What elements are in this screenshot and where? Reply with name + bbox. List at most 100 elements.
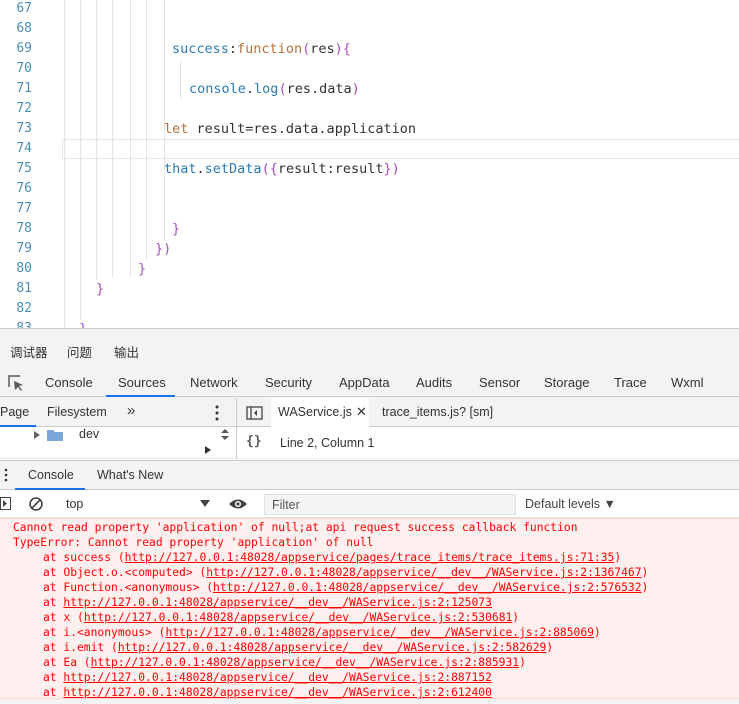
stack-frame: at x (http://127.0.0.1:48028/appservice/…	[43, 610, 519, 625]
code-text: })	[155, 241, 172, 257]
code-text: let result=res.data.application	[164, 121, 416, 137]
filter-placeholder: Filter	[272, 498, 300, 512]
drawer-tab-whats-new[interactable]: What's New	[97, 468, 163, 482]
stack-frame-link[interactable]: http://127.0.0.1:48028/appservice/__dev_…	[63, 596, 491, 609]
tab-output[interactable]: 输出	[114, 342, 139, 361]
file-tab-trace-items[interactable]: trace_items.js? [sm]	[382, 405, 493, 419]
code-line[interactable]: 68	[0, 19, 739, 39]
stack-frame-link[interactable]: http://127.0.0.1:48028/appservice/__dev_…	[63, 686, 491, 699]
code-text: }	[138, 261, 147, 277]
more-tabs-icon[interactable]: »	[127, 402, 135, 419]
code-text: }	[96, 281, 105, 297]
tab-network[interactable]: Network	[190, 375, 238, 390]
code-line[interactable]: 70	[0, 59, 739, 79]
stack-frame-link[interactable]: http://127.0.0.1:48028/appservice/__dev_…	[206, 566, 641, 579]
stack-frame-link[interactable]: http://127.0.0.1:48028/appservice/pages/…	[125, 551, 615, 564]
line-number: 71	[16, 81, 32, 96]
code-text: }	[79, 319, 87, 328]
code-line[interactable]: 71 console.log(res.data)	[0, 79, 739, 99]
tab-sensor[interactable]: Sensor	[479, 375, 520, 390]
code-line[interactable]: 83}	[0, 319, 739, 328]
nav-tab-page[interactable]: Page	[0, 405, 29, 419]
tab-storage[interactable]: Storage	[544, 375, 590, 390]
code-line[interactable]: 79})	[0, 239, 739, 259]
stack-frame: at Ea (http://127.0.0.1:48028/appservice…	[43, 655, 526, 670]
line-number: 75	[16, 161, 32, 176]
stack-frame-link[interactable]: http://127.0.0.1:48028/appservice/__dev_…	[118, 641, 546, 654]
stack-frame-link[interactable]: http://127.0.0.1:48028/appservice/__dev_…	[213, 581, 641, 594]
line-number: 68	[16, 21, 32, 36]
stack-frame-suffix: )	[641, 566, 649, 579]
panel-tabs-bar: Console Sources Network Security AppData…	[0, 370, 739, 397]
line-number: 69	[16, 41, 32, 56]
stack-frame-function: at Function.<anonymous> (	[43, 581, 214, 594]
context-selector[interactable]: top	[66, 497, 83, 511]
line-number: 78	[16, 221, 32, 236]
stack-frame: at Object.o.<computed> (http://127.0.0.1…	[43, 565, 648, 580]
tab-issues[interactable]: 问题	[67, 342, 92, 361]
code-line[interactable]: 82	[0, 299, 739, 319]
tab-console[interactable]: Console	[45, 375, 93, 390]
stack-frame-suffix: )	[641, 581, 649, 594]
console-filter-input[interactable]: Filter	[264, 494, 516, 515]
close-tab-icon[interactable]: ✕	[356, 404, 367, 420]
tab-trace[interactable]: Trace	[614, 375, 647, 390]
stack-frame-suffix: )	[546, 641, 554, 654]
tab-wxml[interactable]: Wxml	[671, 375, 704, 390]
line-number: 74	[16, 141, 32, 156]
stack-frame-function: at i.emit (	[43, 641, 118, 654]
code-line[interactable]: 72	[0, 99, 739, 119]
stack-frame: at http://127.0.0.1:48028/appservice/__d…	[43, 685, 492, 700]
stack-frame: at i.<anonymous> (http://127.0.0.1:48028…	[43, 625, 601, 640]
code-line[interactable]: 74	[0, 139, 739, 159]
line-number: 70	[16, 61, 32, 76]
tab-security[interactable]: Security	[265, 375, 312, 390]
code-text: success:function(res){	[172, 41, 351, 57]
console-error-message: Cannot read property 'application' of nu…	[0, 518, 739, 699]
file-tree: dev	[0, 427, 236, 554]
stack-frame-function: at Object.o.<computed> (	[43, 566, 207, 579]
code-line[interactable]: 69 success:function(res){	[0, 39, 739, 59]
active-tab-indicator	[106, 395, 175, 397]
code-line[interactable]: 76	[0, 179, 739, 199]
line-number: 72	[16, 101, 32, 116]
code-line[interactable]: 75 that.setData({result:result})	[0, 159, 739, 179]
stack-frame-suffix: )	[614, 551, 622, 564]
stack-frame: at success (http://127.0.0.1:48028/appse…	[43, 550, 621, 565]
tree-item-dev[interactable]: dev	[79, 427, 99, 441]
code-line[interactable]: 80}	[0, 259, 739, 279]
nav-tab-filesystem[interactable]: Filesystem	[47, 405, 107, 419]
stack-frame: at i.emit (http://127.0.0.1:48028/appser…	[43, 640, 553, 655]
stack-frame-suffix: )	[512, 611, 520, 624]
code-line[interactable]: 73 let result=res.data.application	[0, 119, 739, 139]
error-message: Cannot read property 'application' of nu…	[13, 521, 578, 534]
line-number: 77	[16, 201, 32, 216]
stack-frame: at http://127.0.0.1:48028/appservice/__d…	[43, 595, 492, 610]
stack-frame-function: at	[43, 671, 64, 684]
editor-status-bar: {} Line 2, Column 1	[236, 427, 739, 459]
tab-debugger[interactable]: 调试器	[10, 342, 48, 361]
stack-frame-link[interactable]: http://127.0.0.1:48028/appservice/__dev_…	[165, 626, 593, 639]
tab-appdata[interactable]: AppData	[339, 375, 390, 390]
stack-frame: at Function.<anonymous> (http://127.0.0.…	[43, 580, 648, 595]
pretty-print-icon[interactable]: {}	[246, 434, 262, 449]
file-tab-waservice[interactable]: WAService.js	[278, 405, 352, 419]
editor-tabs: WAService.js ✕ trace_items.js? [sm]	[236, 398, 739, 427]
tab-sources[interactable]: Sources	[118, 375, 166, 390]
drawer-tab-console[interactable]: Console	[28, 468, 74, 482]
stack-frame-link[interactable]: http://127.0.0.1:48028/appservice/__dev_…	[84, 611, 512, 624]
stack-frame-link[interactable]: http://127.0.0.1:48028/appservice/__dev_…	[63, 671, 491, 684]
code-editor[interactable]: 67 68 69 success:function(res){ 70 71 console.…	[0, 0, 739, 328]
stack-frame-link[interactable]: http://127.0.0.1:48028/appservice/__dev_…	[91, 656, 519, 669]
code-line[interactable]: 67	[0, 0, 739, 19]
log-levels-dropdown[interactable]: Default levels ▼	[525, 497, 616, 511]
code-line[interactable]: 77	[0, 199, 739, 219]
line-number: 83	[0, 319, 32, 328]
code-line[interactable]: 81}	[0, 279, 739, 299]
line-number: 73	[16, 121, 32, 136]
tab-audits[interactable]: Audits	[416, 375, 452, 390]
line-number: 82	[16, 301, 32, 316]
code-line[interactable]: 78}	[0, 219, 739, 239]
code-text: that.setData({result:result})	[164, 161, 400, 177]
sources-toolbar: Page Filesystem » WAService.js ✕ trace_i…	[0, 398, 739, 427]
